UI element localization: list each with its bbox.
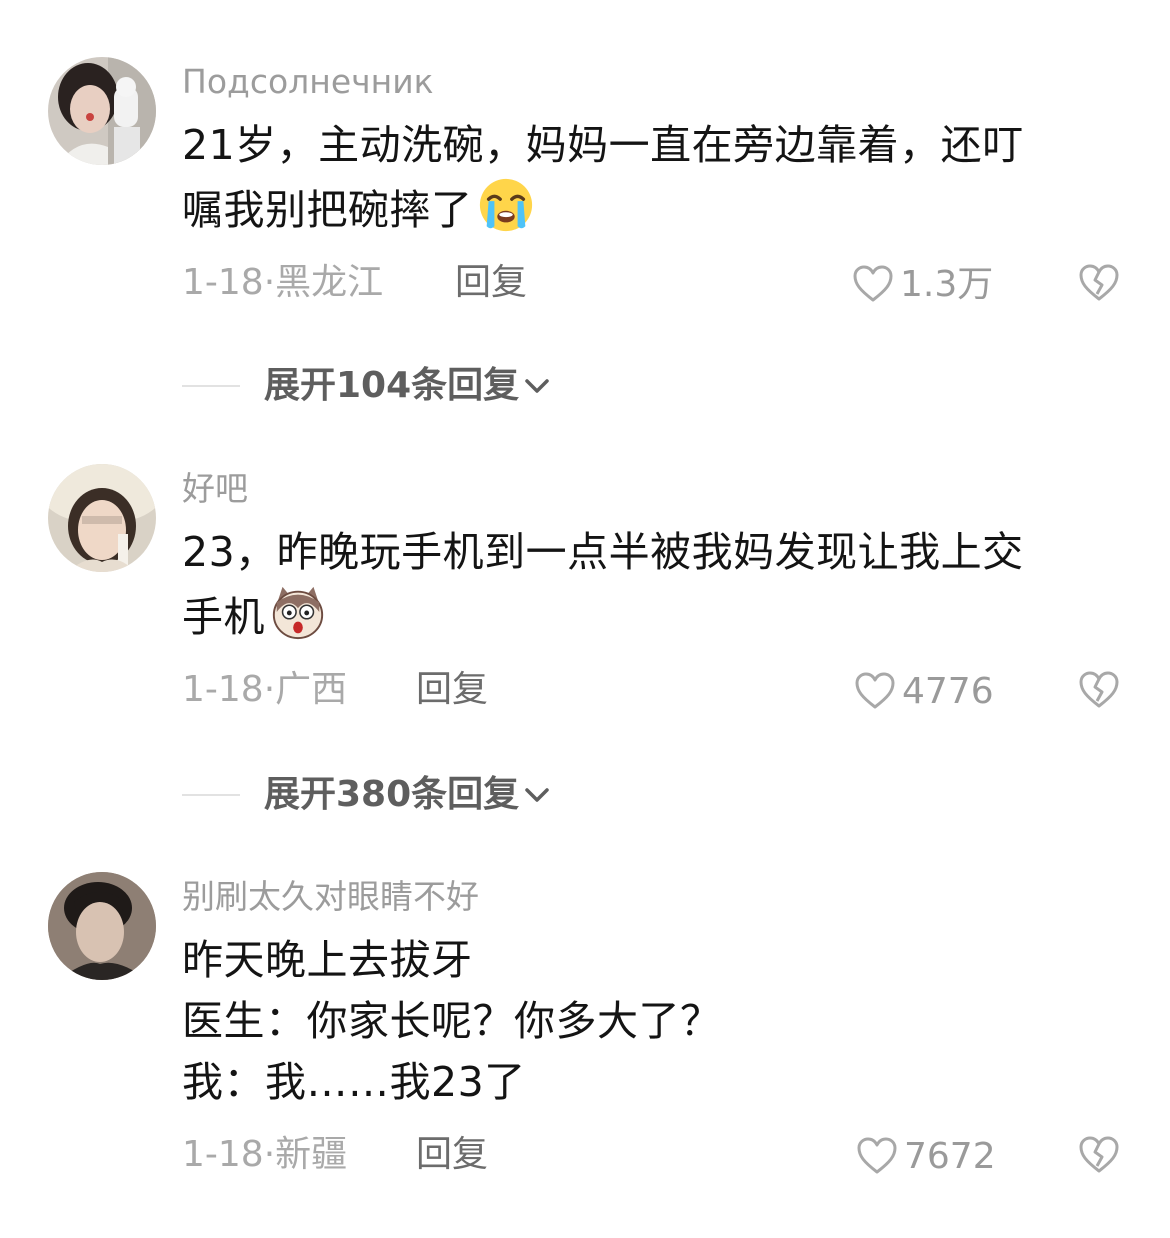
comment-meta: 1-18·广西 — [182, 668, 347, 712]
comment-text-line: 昨天晚上去拔牙 — [182, 936, 473, 984]
divider — [182, 794, 240, 796]
chevron-down-icon — [525, 379, 549, 393]
comment-location: 黑龙江 — [275, 262, 384, 303]
broken-heart-icon[interactable] — [1078, 263, 1120, 303]
reply-button[interactable]: 回复 — [455, 261, 527, 305]
meta-separator: · — [263, 262, 276, 303]
avatar[interactable] — [48, 464, 156, 572]
meta-separator: · — [263, 1134, 276, 1175]
meta-separator: · — [263, 669, 276, 710]
like-button[interactable]: 7672 — [856, 1135, 996, 1179]
comment-text: 昨天晚上去拔牙 医生：你家长呢？你多大了？ 我：我……我23了 — [182, 930, 1112, 1113]
comment-date: 1-18 — [182, 1134, 264, 1175]
comment-text-segment: 嘱我别把碗摔了 — [182, 186, 473, 234]
like-button[interactable]: 1.3万 — [852, 263, 993, 307]
reply-button[interactable]: 回复 — [416, 668, 488, 712]
expand-replies-button[interactable]: 展开380条回复 — [182, 773, 551, 817]
shocked-dog-icon — [272, 586, 324, 640]
comment-text-line: 我：我……我23了 — [182, 1058, 526, 1106]
avatar[interactable] — [48, 57, 156, 165]
comment-text-line: 嘱我别把碗摔了 — [182, 176, 1112, 241]
heart-outline-icon — [857, 1137, 897, 1174]
comment-location: 新疆 — [275, 1134, 348, 1175]
comment-text: 23，昨晚玩手机到一点半被我妈发现让我上交 手机 — [182, 522, 1112, 648]
expand-replies-button[interactable]: 展开104条回复 — [182, 364, 551, 408]
like-count: 4776 — [902, 671, 994, 712]
heart-outline-icon — [853, 265, 893, 302]
comment-location: 广西 — [275, 669, 348, 710]
username[interactable]: 别刷太久对眼睛不好 — [182, 877, 479, 917]
comment-meta: 1-18·新疆 — [182, 1133, 347, 1177]
crying-face-icon — [479, 178, 532, 232]
heart-outline-icon — [855, 672, 895, 709]
comment-meta: 1-18·黑龙江 — [182, 261, 383, 305]
username[interactable]: 好吧 — [182, 469, 248, 509]
comment-text-segment: 手机 — [182, 593, 265, 641]
divider — [182, 385, 240, 387]
comment-text: 21岁，主动洗碗，妈妈一直在旁边靠着，还叮 嘱我别把碗摔了 — [182, 115, 1112, 241]
like-count: 1.3万 — [900, 264, 994, 305]
like-button[interactable]: 4776 — [854, 670, 994, 714]
broken-heart-icon[interactable] — [1078, 670, 1120, 710]
username[interactable]: Подсолнечник — [182, 62, 434, 102]
expand-replies-label: 展开380条回复 — [264, 774, 520, 815]
chevron-down-icon — [525, 788, 549, 802]
broken-heart-icon[interactable] — [1078, 1135, 1120, 1175]
comment-text-line: 医生：你家长呢？你多大了？ — [182, 997, 722, 1045]
comment-date: 1-18 — [182, 669, 264, 710]
comment-text-line: 21岁，主动洗碗，妈妈一直在旁边靠着，还叮 — [182, 121, 1024, 169]
like-count: 7672 — [904, 1136, 996, 1177]
comment-text-line: 手机 — [182, 583, 1112, 648]
reply-button[interactable]: 回复 — [416, 1133, 488, 1177]
avatar[interactable] — [48, 872, 156, 980]
comment-text-line: 23，昨晚玩手机到一点半被我妈发现让我上交 — [182, 528, 1024, 576]
expand-replies-label: 展开104条回复 — [264, 365, 520, 406]
comment-date: 1-18 — [182, 262, 264, 303]
